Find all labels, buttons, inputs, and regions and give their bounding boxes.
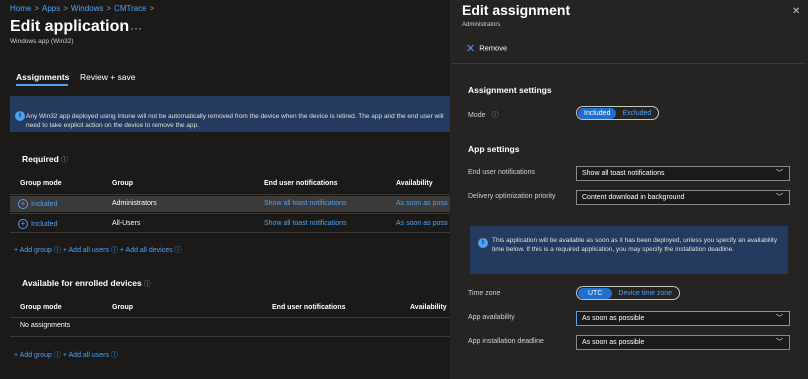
breadcrumb-home[interactable]: Home	[10, 4, 31, 13]
table-row-mode[interactable]: + Included	[18, 219, 57, 229]
tab-assignments[interactable]: Assignments	[16, 72, 69, 82]
table-divider	[10, 213, 450, 214]
panel-subtitle: Administrators	[462, 22, 501, 28]
add-group-link[interactable]: + Add group ⓘ	[14, 247, 61, 254]
required-section-title: Required ⓘ	[22, 154, 68, 165]
add-all-users-link[interactable]: + Add all users ⓘ	[63, 352, 118, 359]
app-availability-dropdown[interactable]: As soon as possible ﹀	[576, 311, 790, 326]
time-zone-toggle[interactable]: UTC Device time zone	[576, 286, 681, 300]
table-divider	[10, 232, 450, 233]
info-circle-icon[interactable]: ⓘ	[61, 157, 68, 164]
breadcrumb-separator: >	[106, 4, 112, 13]
info-circle-icon[interactable]: ⓘ	[491, 112, 498, 119]
table-row-group: Administrators	[112, 200, 157, 207]
panel-title: Edit assignment	[462, 2, 571, 18]
time-zone-option-utc[interactable]: UTC	[578, 287, 613, 299]
assignment-settings-heading: Assignment settings	[468, 85, 552, 95]
mode-toggle[interactable]: Included Excluded	[576, 106, 660, 120]
available-section-title: Available for enrolled devices ⓘ	[22, 278, 151, 289]
table-row-availability[interactable]: As soon as possible	[396, 220, 448, 227]
table-row-selected[interactable]	[10, 196, 450, 212]
chevron-down-icon: ﹀	[776, 315, 783, 322]
page-title: Edit application	[10, 18, 130, 35]
chevron-down-icon: ﹀	[776, 170, 783, 177]
column-header-group: Group	[112, 304, 133, 311]
info-banner-text: Any Win32 app deployed using Intune will…	[26, 113, 444, 129]
available-add-links: + Add group ⓘ + Add all users ⓘ	[14, 350, 118, 360]
chevron-down-icon: ﹀	[776, 339, 783, 346]
mode-option-included[interactable]: Included	[578, 107, 617, 119]
close-icon[interactable]: ✕	[792, 6, 800, 17]
column-header-availability: Availability	[410, 304, 447, 311]
notifications-label: End user notifications	[468, 169, 535, 176]
info-icon: i	[15, 111, 25, 121]
app-settings-heading: App settings	[468, 144, 520, 154]
column-header-group: Group	[112, 180, 133, 187]
column-header-notifications: End user notifications	[272, 304, 346, 311]
info-icon: i	[478, 238, 488, 248]
time-zone-label: Time zone	[468, 290, 501, 297]
plus-circle-icon: +	[18, 199, 28, 209]
tab-review-save[interactable]: Review + save	[80, 72, 136, 82]
breadcrumb-separator: >	[149, 4, 155, 13]
column-header-notifications: End user notifications	[264, 180, 338, 187]
delivery-priority-dropdown[interactable]: Content download in background ﹀	[576, 190, 790, 205]
breadcrumb-separator: >	[34, 4, 40, 13]
available-title: Available for enrolled devices	[22, 278, 142, 288]
table-row-availability[interactable]: As soon as possible	[396, 200, 448, 207]
remove-button[interactable]: ✕ Remove	[466, 42, 507, 55]
more-options-button[interactable]: ···	[130, 21, 142, 35]
add-all-users-link[interactable]: + Add all users ⓘ	[63, 247, 118, 254]
empty-state-text: No assignments	[20, 322, 71, 329]
required-title: Required	[22, 154, 59, 164]
breadcrumb-separator: >	[63, 4, 68, 13]
table-row-notifications[interactable]: Show all toast notifications	[264, 200, 347, 207]
chevron-down-icon: ﹀	[776, 194, 783, 201]
plus-circle-icon: +	[18, 219, 28, 229]
table-row-group: All-Users	[112, 220, 141, 227]
column-header-group-mode: Group mode	[20, 304, 62, 311]
remove-x-icon: ✕	[466, 43, 476, 55]
active-tab-indicator	[16, 84, 68, 86]
breadcrumb-cmtrace[interactable]: CMTrace	[114, 4, 147, 13]
column-header-group-mode: Group mode	[20, 180, 62, 187]
add-group-link[interactable]: + Add group ⓘ	[14, 352, 61, 359]
time-zone-option-device[interactable]: Device time zone	[612, 288, 678, 299]
mode-label: Mode ⓘ	[468, 112, 499, 119]
notifications-dropdown[interactable]: Show all toast notifications ﹀	[576, 166, 790, 181]
app-availability-label: App availability	[468, 314, 515, 321]
table-divider	[10, 317, 450, 318]
installation-deadline-label: App installation deadline	[468, 338, 544, 345]
breadcrumb-windows[interactable]: Windows	[71, 4, 103, 13]
table-divider	[10, 336, 450, 337]
table-divider	[10, 194, 450, 195]
breadcrumb: Home > Apps > Windows > CMTrace >	[10, 4, 157, 13]
mode-option-excluded[interactable]: Excluded	[616, 108, 657, 119]
installation-deadline-dropdown[interactable]: As soon as possible ﹀	[576, 335, 790, 350]
page-subtitle: Windows app (Win32)	[10, 38, 74, 45]
required-add-links: + Add group ⓘ + Add all users ⓘ + Add al…	[14, 245, 182, 255]
panel-divider	[452, 63, 806, 64]
info-circle-icon[interactable]: ⓘ	[144, 281, 151, 288]
table-row-notifications[interactable]: Show all toast notifications	[264, 220, 347, 227]
table-row-mode[interactable]: + Included	[18, 199, 57, 209]
breadcrumb-apps[interactable]: Apps	[42, 4, 60, 13]
column-header-availability: Availability	[396, 180, 433, 187]
delivery-priority-label: Delivery optimization priority	[468, 193, 556, 200]
add-all-devices-link[interactable]: + Add all devices ⓘ	[120, 247, 182, 254]
availability-info-text: This application will be available as so…	[492, 237, 778, 253]
